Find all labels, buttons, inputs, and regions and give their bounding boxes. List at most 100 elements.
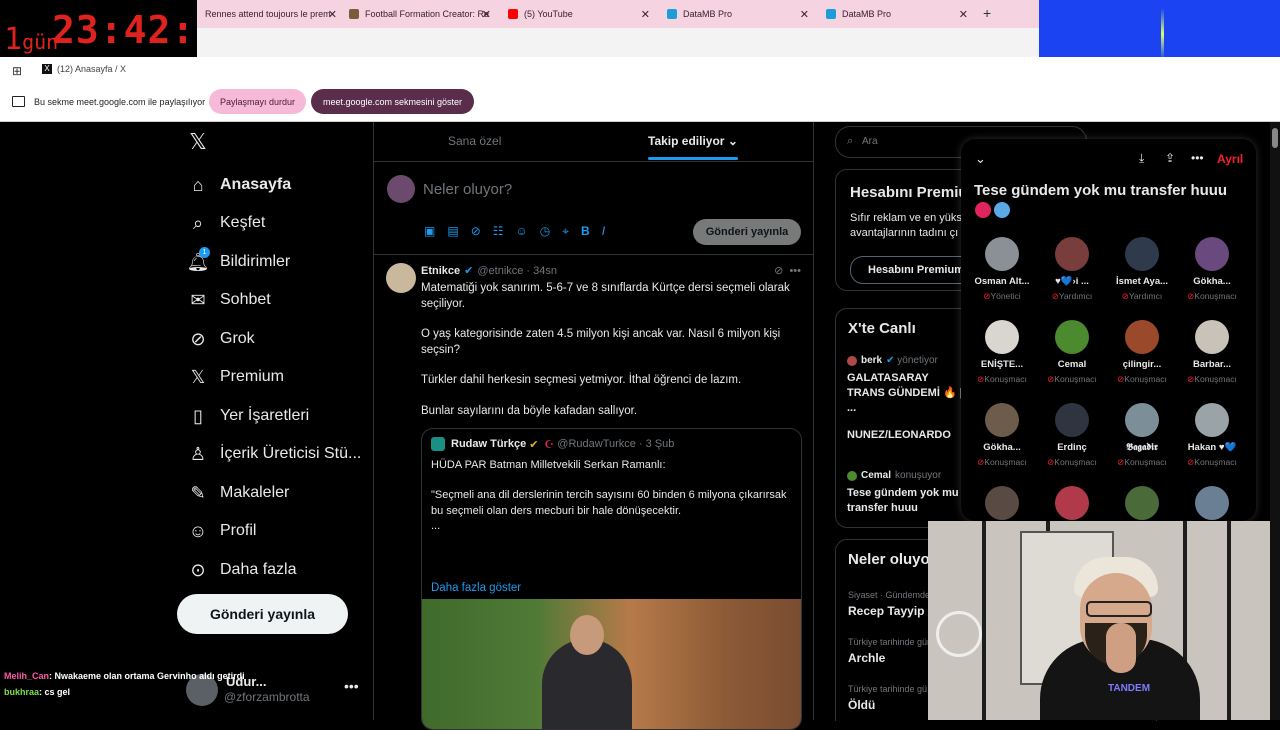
tweet-author[interactable]: Etnikce	[421, 265, 460, 277]
trend-item[interactable]: Siyaset · Gündemde Recep Tayyip E	[848, 590, 936, 618]
sidebar: 𝕏 ⌂ Anasayfa ⌕ Keşfet 🔔︎ 1 Bildirimler ✉ Sohb…	[0, 122, 373, 720]
sidebar-item-creator-studio[interactable]: ♙ İçerik Üreticisi Stü...	[186, 442, 361, 466]
tab-for-you[interactable]: Sana özel	[448, 134, 501, 148]
speaker[interactable]: 𝕭𝖆𝖌𝖆𝖉𝖎𝖗 ⊘Konuşmacı	[1107, 403, 1177, 468]
minimize-icon[interactable]: ⤓	[1139, 151, 1144, 166]
speaker-role-text: Konuşmacı	[1194, 457, 1237, 467]
speaker-name-text: 𝕭𝖆𝖌𝖆𝖉𝖎𝖗	[1126, 442, 1158, 453]
browser-tab[interactable]: DataMB Pro ✕	[826, 0, 968, 28]
new-tab-icon[interactable]: +	[983, 5, 991, 21]
sidebar-item-articles[interactable]: ✎ Makaleler	[186, 481, 289, 505]
quote-image[interactable]	[422, 599, 801, 729]
browser-tab[interactable]: DataMB Pro ✕	[667, 0, 809, 28]
verified-gold-icon: ✔	[529, 438, 539, 451]
show-more-link[interactable]: Daha fazla göster	[431, 582, 521, 594]
speaker[interactable]	[1107, 486, 1177, 520]
browser-tab[interactable]: Rennes attend toujours le prem ✕	[205, 0, 337, 28]
sidebar-item-grok[interactable]: ⊘ Grok	[186, 327, 254, 351]
speaker[interactable]: çilingir... ⊘Konuşmacı	[1107, 320, 1177, 385]
poll-icon[interactable]: ☷	[493, 224, 504, 239]
close-icon[interactable]: ✕	[482, 8, 491, 21]
space-title: Tese gündem yok mu transfer huuu	[974, 182, 1228, 199]
grid-icon[interactable]: ⊞	[12, 64, 22, 78]
live-item[interactable]: Cemal konuşuyor Tese gündem yok mu transf…	[847, 470, 967, 516]
speaker[interactable]: Barbar... ⊘Konuşmacı	[1177, 320, 1247, 385]
more-options-icon[interactable]: •••	[344, 678, 359, 694]
post-button[interactable]: Gönderi yayınla	[177, 594, 348, 634]
tweet[interactable]: Etnikce ✔ @etnikce · 34sn ⊘ ••• Matemati…	[374, 255, 813, 730]
share-message: Bu sekme meet.google.com ile paylaşılıyo…	[12, 96, 205, 107]
avatar	[1055, 237, 1089, 271]
post-button[interactable]: Gönderi yayınla	[693, 219, 801, 245]
avatar[interactable]	[386, 263, 416, 293]
avatar	[1125, 403, 1159, 437]
image-icon[interactable]: ▣	[424, 224, 435, 239]
trend-item[interactable]: Türkiye tarihinde gü Öldü	[848, 684, 927, 712]
close-icon[interactable]: ✕	[959, 8, 968, 21]
x-logo[interactable]: 𝕏	[186, 129, 220, 154]
scrollbar[interactable]	[1270, 122, 1280, 720]
gif-icon[interactable]: ▤	[447, 224, 458, 239]
sidebar-item-chat[interactable]: ✉ Sohbet	[186, 288, 270, 312]
live-item[interactable]: berk ✔ yönetiyor GALATASARAY TRANS GÜNDEM…	[847, 355, 967, 443]
share-icon[interactable]: ⇪	[1165, 151, 1175, 165]
speaker[interactable]: Gökha... ⊘Konuşmacı	[1177, 237, 1247, 302]
more-options-icon[interactable]: •••	[789, 265, 801, 277]
close-icon[interactable]: ✕	[800, 8, 809, 21]
sidebar-item-bookmarks[interactable]: ▯ Yer İşaretleri	[186, 404, 309, 428]
speaker-role: ⊘Konuşmacı	[1037, 457, 1107, 468]
scrollbar-thumb[interactable]	[1272, 128, 1278, 148]
leave-button[interactable]: Ayrıl	[1217, 152, 1243, 166]
speaker[interactable]: Gökha... ⊘Konuşmacı	[967, 403, 1037, 468]
italic-icon[interactable]: I	[602, 224, 605, 239]
speaker[interactable]: Cemal ⊘Konuşmacı	[1037, 320, 1107, 385]
emoji-icon[interactable]: ☺	[516, 224, 528, 239]
tab-following[interactable]: Takip ediliyor ⌄	[648, 134, 738, 148]
avatar	[985, 237, 1019, 271]
speaker[interactable]	[967, 486, 1037, 520]
notification-badge: 1	[199, 247, 210, 258]
quote-time: · 3 Şub	[638, 438, 675, 450]
stop-sharing-button[interactable]: Paylaşmayı durdur	[209, 89, 306, 114]
more-options-icon[interactable]: •••	[1191, 151, 1204, 165]
close-icon[interactable]: ✕	[328, 8, 337, 21]
browser-tab[interactable]: Football Formation Creator: Re ✕	[349, 0, 491, 28]
browser-tab[interactable]: (5) YouTube ✕	[508, 0, 650, 28]
x-icon: 𝕏	[190, 366, 206, 387]
address-bar-field[interactable]	[197, 28, 1039, 58]
speaker[interactable]: ♥💙›i ... ⊘Yardımcı	[1037, 237, 1107, 302]
live-user: Cemal	[861, 470, 892, 481]
active-tab[interactable]: X (12) Anasayfa / X	[42, 64, 126, 74]
speaker[interactable]: Hakan ♥💙 ⊘Konuşmacı	[1177, 403, 1247, 468]
quoted-tweet[interactable]: Rudaw Türkçe ✔ ☪ @RudawTurkce · 3 Şub HÜ…	[421, 428, 802, 730]
sidebar-item-more[interactable]: ⊙ Daha fazla	[186, 558, 296, 582]
search-icon: ⌕	[192, 212, 204, 233]
sidebar-item-explore[interactable]: ⌕ Keşfet	[186, 211, 265, 235]
compose-input[interactable]: Neler oluyor?	[423, 181, 512, 198]
speaker[interactable]: Erdinç ⊘Konuşmacı	[1037, 403, 1107, 468]
close-icon[interactable]: ✕	[641, 8, 650, 21]
grok-icon[interactable]: ⊘	[774, 265, 783, 277]
speaker[interactable]	[1177, 486, 1247, 520]
show-tab-button[interactable]: meet.google.com sekmesini göster	[311, 89, 474, 114]
speaker-role-text: Konuşmacı	[984, 374, 1027, 384]
chevron-down-icon[interactable]: ⌄	[975, 151, 986, 167]
day-counter: 1gün	[4, 22, 59, 57]
speaker[interactable]: ENİŞTE... ⊘Konuşmacı	[967, 320, 1037, 385]
location-icon[interactable]: ⌖	[562, 224, 569, 239]
grok-icon[interactable]: ⊘	[471, 224, 481, 239]
tweet-handle[interactable]: @etnikce	[477, 265, 523, 277]
speaker-role-text: Konuşmacı	[1194, 291, 1237, 301]
schedule-icon[interactable]: ◷	[540, 224, 550, 239]
speaker[interactable]: Osman Alt... ⊘Yönetici	[967, 237, 1037, 302]
speaker[interactable]	[1037, 486, 1107, 520]
tweet-time[interactable]: · 34sn	[526, 265, 557, 277]
tweet-text: Türkler dahil herkesin seçmesi yetmiyor.…	[421, 374, 742, 386]
avatar	[1055, 320, 1089, 354]
sidebar-item-notifications[interactable]: 🔔︎ 1 Bildirimler	[186, 247, 290, 274]
speaker[interactable]: İsmet Aya... ⊘Yardımcı	[1107, 237, 1177, 302]
sidebar-item-premium[interactable]: 𝕏 Premium	[186, 365, 284, 389]
sidebar-item-profile[interactable]: ☺ Profil	[186, 519, 257, 543]
bold-icon[interactable]: B	[581, 224, 590, 239]
sidebar-item-home[interactable]: ⌂ Anasayfa	[186, 173, 292, 197]
